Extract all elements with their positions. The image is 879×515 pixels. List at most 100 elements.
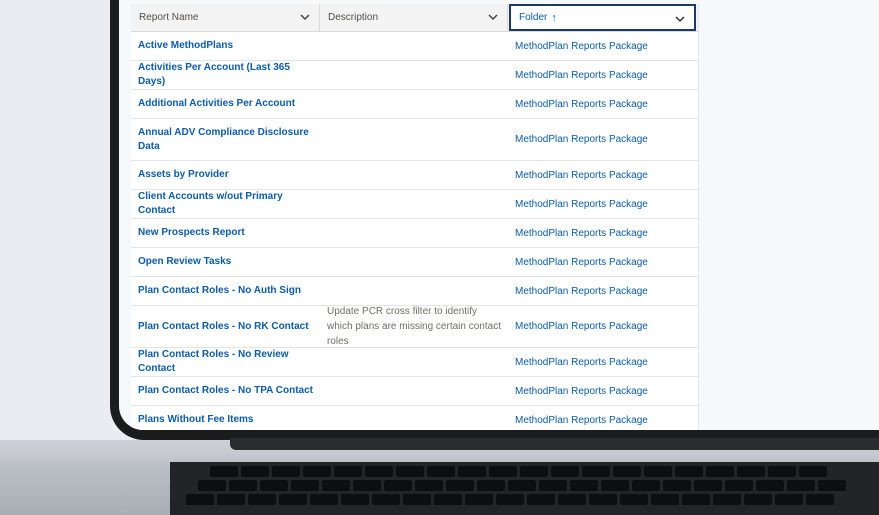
reports-table: Report Name Description Folder ↑ Active … — [131, 4, 699, 430]
report-name-link[interactable]: Open Review Tasks — [131, 255, 320, 269]
key — [570, 480, 598, 491]
column-header-label: Description — [328, 12, 379, 23]
key — [713, 494, 741, 505]
report-name-link[interactable]: Activities Per Account (Last 365 Days) — [131, 61, 320, 89]
key — [334, 466, 362, 477]
key — [210, 466, 238, 477]
key — [799, 466, 827, 477]
report-name-link[interactable]: Plans Without Fee Items — [131, 413, 320, 427]
key — [706, 466, 734, 477]
table-row: Active MethodPlans MethodPlan Reports Pa… — [131, 32, 698, 61]
key — [465, 494, 493, 505]
table-row: Open Review Tasks MethodPlan Reports Pac… — [131, 248, 698, 277]
chevron-down-icon[interactable] — [299, 11, 311, 23]
chevron-down-icon[interactable] — [674, 13, 686, 25]
folder-link[interactable]: MethodPlan Reports Package — [508, 70, 698, 81]
report-name-link[interactable]: Plan Contact Roles - No Review Contact — [131, 348, 320, 376]
key — [403, 494, 431, 505]
folder-link[interactable]: MethodPlan Reports Package — [508, 199, 698, 210]
key — [322, 480, 350, 491]
column-header-description[interactable]: Description — [320, 4, 508, 31]
report-name-link[interactable]: Active MethodPlans — [131, 39, 320, 53]
chevron-down-icon[interactable] — [487, 11, 499, 23]
report-name-link[interactable]: New Prospects Report — [131, 226, 320, 240]
key — [396, 466, 424, 477]
report-name-link[interactable]: Plan Contact Roles - No Auth Sign — [131, 284, 320, 298]
key — [527, 494, 555, 505]
report-name-link[interactable]: Additional Activities Per Account — [131, 97, 320, 111]
key — [508, 480, 536, 491]
key — [384, 480, 412, 491]
key — [229, 480, 257, 491]
laptop-hinge — [230, 438, 879, 450]
column-header-label: Folder — [519, 12, 548, 23]
key — [737, 466, 765, 477]
table-row: Plans Without Fee Items MethodPlan Repor… — [131, 406, 698, 430]
table-row: Additional Activities Per Account Method… — [131, 90, 698, 119]
key — [520, 466, 548, 477]
column-header-label: Report Name — [139, 12, 199, 23]
folder-link[interactable]: MethodPlan Reports Package — [508, 286, 698, 297]
folder-link[interactable]: MethodPlan Reports Package — [508, 357, 698, 368]
folder-link[interactable]: MethodPlan Reports Package — [508, 257, 698, 268]
key — [589, 494, 617, 505]
key — [663, 480, 691, 491]
key — [186, 494, 214, 505]
folder-link[interactable]: MethodPlan Reports Package — [508, 228, 698, 239]
key — [241, 466, 269, 477]
report-name-link[interactable]: Plan Contact Roles - No RK Contact — [131, 320, 320, 334]
folder-link[interactable]: MethodPlan Reports Package — [508, 41, 698, 52]
key — [415, 480, 443, 491]
folder-link[interactable]: MethodPlan Reports Package — [508, 99, 698, 110]
key — [341, 494, 369, 505]
report-name-link[interactable]: Plan Contact Roles - No TPA Contact — [131, 384, 320, 398]
report-name-link[interactable]: Assets by Provider — [131, 168, 320, 182]
key — [272, 466, 300, 477]
key — [768, 466, 796, 477]
key — [260, 480, 288, 491]
key — [682, 494, 710, 505]
key — [446, 480, 474, 491]
key — [787, 480, 815, 491]
key — [632, 480, 660, 491]
report-name-link[interactable]: Annual ADV Compliance Disclosure Data — [131, 126, 320, 154]
key — [539, 480, 567, 491]
table-row: New Prospects Report MethodPlan Reports … — [131, 219, 698, 248]
folder-link[interactable]: MethodPlan Reports Package — [508, 386, 698, 397]
key — [558, 494, 586, 505]
key — [279, 494, 307, 505]
table-row: Plan Contact Roles - No TPA Contact Meth… — [131, 377, 698, 406]
key — [582, 466, 610, 477]
key — [675, 466, 703, 477]
report-name-link[interactable]: Client Accounts w/out Primary Contact — [131, 190, 320, 218]
keyboard — [170, 462, 879, 515]
folder-link[interactable]: MethodPlan Reports Package — [508, 134, 698, 145]
table-row: Annual ADV Compliance Disclosure Data Me… — [131, 119, 698, 161]
key — [291, 480, 319, 491]
key — [365, 466, 393, 477]
keyboard-row — [198, 480, 846, 491]
report-description: Update PCR cross filter to identify whic… — [327, 306, 501, 347]
column-header-folder[interactable]: Folder ↑ — [509, 4, 696, 31]
key — [644, 466, 672, 477]
table-row: Assets by Provider MethodPlan Reports Pa… — [131, 161, 698, 190]
key — [620, 494, 648, 505]
keyboard-row — [210, 466, 827, 477]
folder-link[interactable]: MethodPlan Reports Package — [508, 170, 698, 181]
key — [601, 480, 629, 491]
key — [806, 494, 834, 505]
key — [434, 494, 462, 505]
key — [310, 494, 338, 505]
folder-link[interactable]: MethodPlan Reports Package — [508, 415, 698, 426]
key — [353, 480, 381, 491]
column-header-report-name[interactable]: Report Name — [131, 4, 320, 31]
key — [613, 466, 641, 477]
folder-link[interactable]: MethodPlan Reports Package — [508, 321, 698, 332]
sort-ascending-icon: ↑ — [551, 11, 557, 24]
key — [775, 494, 803, 505]
key — [694, 480, 722, 491]
table-row: Plan Contact Roles - No Auth Sign Method… — [131, 277, 698, 306]
key — [427, 466, 455, 477]
keyboard-row — [186, 494, 834, 505]
screen: Report Name Description Folder ↑ Active … — [119, 0, 879, 430]
